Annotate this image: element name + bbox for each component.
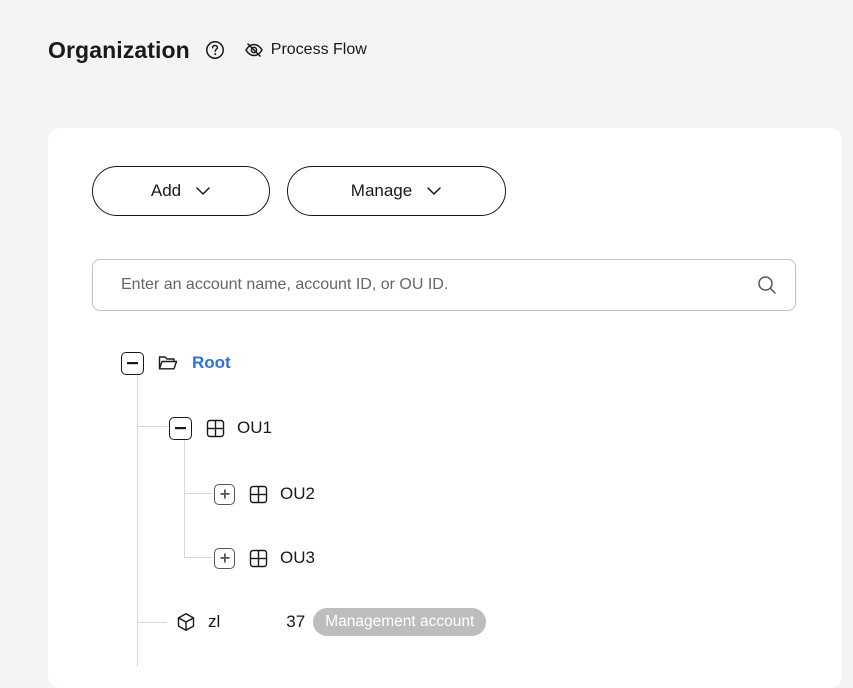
tree-connector <box>184 493 212 494</box>
redacted-mask <box>220 609 287 635</box>
eye-slash-icon <box>244 39 266 61</box>
organization-card: Add Manage Enter an account name, accoun… <box>48 128 842 688</box>
ou-grid-icon <box>249 485 268 504</box>
process-flow-toggle[interactable]: Process Flow <box>244 39 367 61</box>
expand-toggle-ou3[interactable] <box>214 547 235 569</box>
tree-connector <box>184 557 212 558</box>
ou-grid-icon <box>206 419 225 438</box>
question-circle-icon[interactable] <box>204 39 226 61</box>
account-name-prefix: zl <box>208 612 221 631</box>
tree-node-ou3[interactable]: OU3 <box>214 543 315 573</box>
folder-open-icon <box>158 355 178 371</box>
ou-grid-icon <box>249 549 268 568</box>
tree-node-label[interactable]: OU2 <box>280 484 315 504</box>
tree-node-label[interactable]: OU1 <box>237 418 272 438</box>
tree-connector <box>184 438 185 557</box>
tree-node-root[interactable]: Root <box>121 348 231 378</box>
tree-node-ou2[interactable]: OU2 <box>214 479 315 509</box>
account-name-suffix: 37 <box>286 612 306 631</box>
cube-icon <box>176 612 196 632</box>
account-name[interactable]: zl 37 <box>208 609 305 635</box>
tree-node-ou1[interactable]: OU1 <box>169 413 272 443</box>
tree-node-account[interactable]: zl 37 Management account <box>176 607 487 637</box>
tree-node-label[interactable]: Root <box>192 353 231 373</box>
page-title: Organization <box>48 36 190 63</box>
tree-connector <box>137 622 167 623</box>
collapse-toggle-root[interactable] <box>121 351 144 375</box>
collapse-toggle-ou1[interactable] <box>169 416 192 440</box>
organization-tree: Root OU1 OU2 OU3 zl 37 Management accoun… <box>48 128 842 688</box>
page-header: Organization Process Flow <box>48 30 367 70</box>
management-account-badge: Management account <box>313 608 487 636</box>
expand-toggle-ou2[interactable] <box>214 483 235 505</box>
process-flow-label: Process Flow <box>270 41 367 58</box>
tree-connector <box>137 426 167 427</box>
tree-node-label[interactable]: OU3 <box>280 548 315 568</box>
